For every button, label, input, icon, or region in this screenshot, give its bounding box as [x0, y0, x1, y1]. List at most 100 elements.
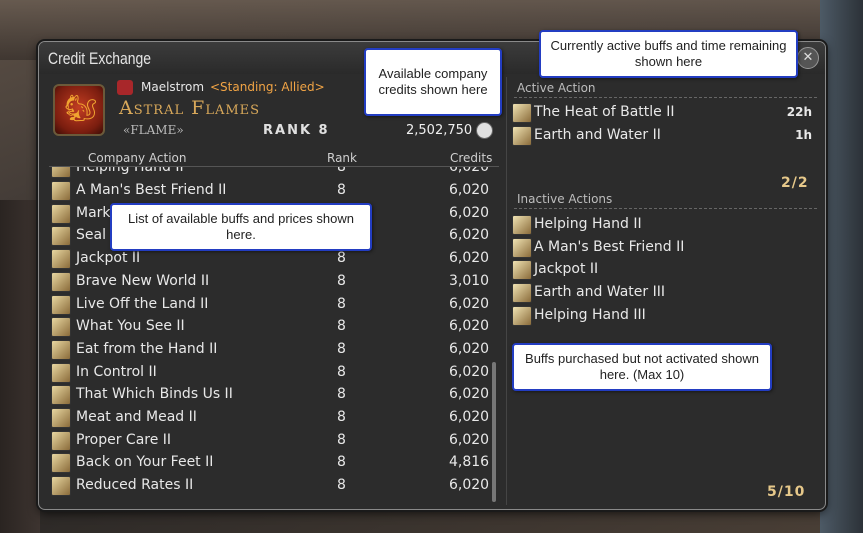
action-credits: 6,020 — [449, 167, 490, 175]
action-rank: 8 — [337, 272, 346, 289]
action-credits: 6,020 — [449, 204, 490, 221]
column-header-rank[interactable]: Rank — [327, 151, 357, 165]
list-item[interactable]: Back on Your Feet II 8 4,816 — [49, 451, 490, 474]
active-action-item[interactable]: The Heat of Battle II 22h — [512, 101, 812, 123]
action-icon — [51, 453, 71, 474]
list-item[interactable]: In Control II 8 6,020 — [49, 361, 489, 383]
action-credits: 6,020 — [449, 182, 490, 198]
action-icon — [51, 203, 71, 224]
company-crest-icon — [53, 84, 105, 136]
action-credits: 6,020 — [449, 409, 490, 425]
inactive-action-item[interactable]: Jackpot II — [512, 258, 812, 281]
list-scrollbar[interactable] — [492, 362, 496, 502]
window-title: Credit Exchange — [48, 49, 152, 68]
action-credits: 3,010 — [449, 272, 490, 289]
action-rank: 8 — [337, 477, 346, 494]
action-icon — [51, 294, 71, 315]
inactive-action-name: Jackpot II — [534, 261, 599, 278]
action-rank: 8 — [337, 295, 346, 312]
background-right — [820, 0, 863, 533]
action-name: Back on Your Feet II — [76, 454, 214, 471]
callout-inactive: Buffs purchased but not activated shown … — [512, 343, 772, 391]
active-action-time: 1h — [795, 128, 812, 142]
list-item[interactable]: Reduced Rates II 8 6,020 — [49, 474, 489, 497]
list-item[interactable]: A Man's Best Friend II 8 6,020 — [49, 179, 489, 201]
list-item[interactable]: Eat from the Hand II 8 6,020 — [49, 338, 489, 360]
action-icon — [51, 271, 71, 292]
action-icon — [51, 385, 71, 406]
action-icon — [512, 126, 532, 146]
company-rank: RANK 8 — [263, 123, 330, 138]
action-rank: 8 — [337, 431, 346, 448]
callout-active: Currently active buffs and time remainin… — [539, 30, 798, 78]
action-credits: 4,816 — [449, 454, 490, 471]
action-name: Eat from the Hand II — [76, 340, 218, 357]
company-name: Astral Flames — [119, 97, 261, 119]
inactive-action-name: Helping Hand II — [534, 216, 642, 232]
close-icon[interactable]: ✕ — [797, 47, 819, 69]
active-count: 2/2 — [781, 175, 809, 191]
action-rank: 8 — [337, 454, 346, 471]
action-rank: 8 — [337, 340, 346, 357]
action-name: Mark — [76, 204, 111, 221]
standing-label: <Standing: Allied> — [210, 80, 325, 94]
column-header-action[interactable]: Company Action — [88, 151, 186, 165]
inactive-action-name: Helping Hand III — [534, 306, 646, 323]
action-icon — [51, 226, 71, 247]
inactive-action-item[interactable]: Earth and Water III — [512, 281, 812, 304]
inactive-action-item[interactable]: A Man's Best Friend II — [512, 236, 812, 258]
action-credits: 6,020 — [449, 340, 490, 357]
action-credits: 6,020 — [449, 431, 490, 448]
action-credits: 6,020 — [449, 295, 490, 312]
inactive-divider — [514, 208, 819, 209]
panel-divider — [506, 77, 507, 505]
action-name: Brave New World II — [76, 272, 210, 289]
action-name: Jackpot II — [76, 250, 141, 267]
inactive-action-item[interactable]: Helping Hand III — [512, 304, 812, 326]
grand-company-name: Maelstrom — [141, 80, 205, 94]
credit-coin-icon — [476, 122, 493, 139]
active-action-item[interactable]: Earth and Water II 1h — [512, 124, 812, 146]
action-icon — [51, 339, 71, 360]
active-action-name: Earth and Water II — [534, 127, 661, 143]
callout-credits: Available company credits shown here — [364, 48, 502, 116]
action-rank: 8 — [337, 318, 346, 335]
list-item[interactable]: Brave New World II 8 3,010 — [49, 270, 489, 292]
list-item[interactable]: Helping Hand II 8 6,020 — [49, 167, 489, 178]
action-name: Proper Care II — [76, 431, 172, 448]
action-icon — [51, 362, 71, 383]
list-item[interactable]: That Which Binds Us II 8 6,020 — [49, 383, 489, 406]
list-item[interactable]: Proper Care II 8 6,020 — [49, 429, 489, 451]
active-divider — [514, 97, 819, 98]
action-icon — [512, 103, 532, 123]
action-rank: 8 — [337, 182, 346, 198]
action-icon — [512, 237, 532, 258]
company-credits: 2,502,750 — [406, 123, 473, 138]
action-icon — [51, 249, 71, 270]
action-name: That Which Binds Us II — [76, 386, 233, 403]
action-name: A Man's Best Friend II — [76, 182, 227, 198]
action-credits: 6,020 — [449, 318, 490, 335]
action-rank: 8 — [337, 250, 346, 267]
active-action-name: The Heat of Battle II — [534, 104, 675, 120]
action-icon — [51, 317, 71, 338]
action-icon — [51, 167, 71, 178]
action-icon — [51, 408, 71, 428]
inactive-action-item[interactable]: Helping Hand II — [512, 213, 812, 235]
inactive-actions-title: Inactive Actions — [517, 192, 613, 206]
callout-list: List of available buffs and prices shown… — [110, 203, 372, 251]
action-name: Helping Hand II — [76, 167, 184, 175]
action-name: Reduced Rates II — [76, 477, 194, 494]
list-item[interactable]: What You See II 8 6,020 — [49, 315, 490, 338]
action-credits: 6,020 — [449, 227, 490, 244]
list-item[interactable]: Live Off the Land II 8 6,020 — [49, 293, 489, 315]
column-header-credits[interactable]: Credits — [450, 151, 492, 165]
list-item[interactable]: Meat and Mead II 8 6,020 — [49, 406, 489, 428]
inactive-action-name: Earth and Water III — [534, 284, 666, 301]
action-icon — [512, 283, 532, 304]
inactive-count: 5/10 — [767, 484, 806, 500]
action-credits: 6,020 — [449, 250, 490, 267]
action-name: Live Off the Land II — [76, 295, 209, 312]
active-action-title: Active Action — [517, 81, 596, 95]
company-tag: «FLAME» — [123, 123, 184, 137]
